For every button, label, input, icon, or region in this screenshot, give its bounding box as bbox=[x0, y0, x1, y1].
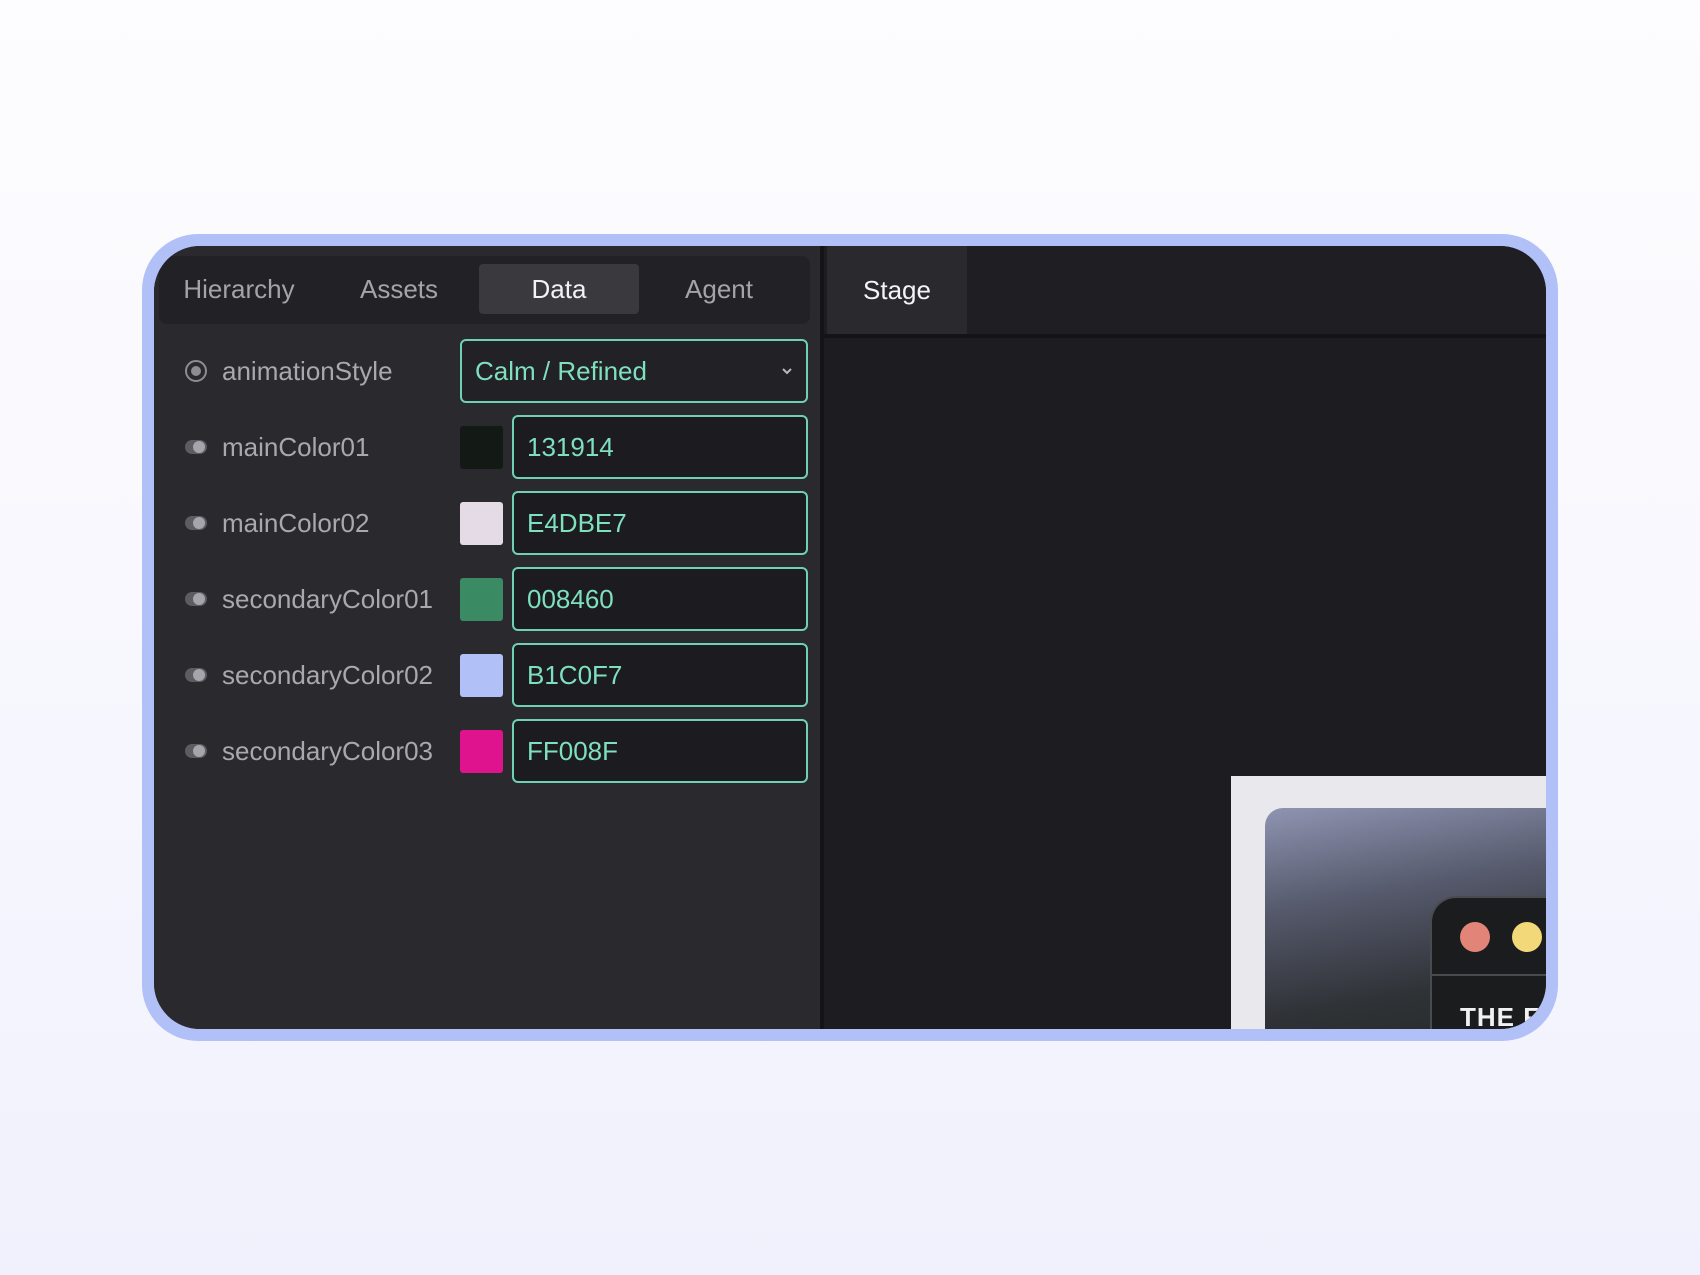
animation-style-select[interactable]: Calm / Refined bbox=[460, 339, 808, 403]
stage-header-divider bbox=[824, 334, 1546, 338]
field-row-secondary-color-01: secondaryColor01 008460 bbox=[154, 567, 820, 631]
field-label: animationStyle bbox=[222, 356, 393, 386]
close-dot-icon bbox=[1460, 922, 1490, 952]
toggle-icon[interactable] bbox=[184, 587, 208, 611]
data-panel: Hierarchy Assets Data Agent animationSty… bbox=[154, 246, 820, 1029]
panel-tabs: Hierarchy Assets Data Agent bbox=[159, 256, 810, 324]
field-row-main-color-02: mainColor02 E4DBE7 bbox=[154, 491, 820, 555]
toggle-icon[interactable] bbox=[184, 663, 208, 687]
app-window: Hierarchy Assets Data Agent animationSty… bbox=[154, 246, 1546, 1029]
toggle-icon[interactable] bbox=[184, 511, 208, 535]
color-hex-input[interactable]: FF008F bbox=[512, 719, 808, 783]
field-label: secondaryColor01 bbox=[222, 584, 434, 614]
color-swatch[interactable] bbox=[460, 730, 503, 773]
tab-hierarchy[interactable]: Hierarchy bbox=[159, 264, 319, 314]
field-row-main-color-01: mainColor01 131914 bbox=[154, 415, 820, 479]
color-hex-input[interactable]: 131914 bbox=[512, 415, 808, 479]
field-label: mainColor01 bbox=[222, 432, 370, 462]
minimize-dot-icon bbox=[1512, 922, 1542, 952]
color-swatch[interactable] bbox=[460, 578, 503, 621]
stage-tab-bar bbox=[967, 246, 1546, 334]
select-value: Calm / Refined bbox=[475, 356, 647, 386]
tab-assets[interactable]: Assets bbox=[319, 264, 479, 314]
color-hex-input[interactable]: B1C0F7 bbox=[512, 643, 808, 707]
field-row-secondary-color-02: secondaryColor02 B1C0F7 bbox=[154, 643, 820, 707]
field-row-animation-style: animationStyle Calm / Refined bbox=[154, 339, 820, 403]
field-label: mainColor02 bbox=[222, 508, 370, 538]
color-swatch[interactable] bbox=[460, 502, 503, 545]
color-hex-input[interactable]: 008460 bbox=[512, 567, 808, 631]
color-swatch[interactable] bbox=[460, 654, 503, 697]
radio-icon[interactable] bbox=[184, 359, 208, 383]
color-swatch[interactable] bbox=[460, 426, 503, 469]
toggle-icon[interactable] bbox=[184, 435, 208, 459]
field-label: secondaryColor03 bbox=[222, 736, 434, 766]
preview-window: THE F bbox=[1430, 896, 1546, 1029]
panel-divider[interactable] bbox=[820, 246, 824, 1029]
tab-stage[interactable]: Stage bbox=[827, 246, 967, 334]
preview-window-divider bbox=[1432, 974, 1546, 976]
field-label: secondaryColor02 bbox=[222, 660, 434, 690]
tab-agent[interactable]: Agent bbox=[639, 264, 799, 314]
field-row-secondary-color-03: secondaryColor03 FF008F bbox=[154, 719, 820, 783]
toggle-icon[interactable] bbox=[184, 739, 208, 763]
chevron-down-icon bbox=[782, 368, 792, 375]
preview-artboard: THE F bbox=[1265, 808, 1546, 1029]
tab-data[interactable]: Data bbox=[479, 264, 639, 314]
preview-heading: THE F bbox=[1460, 1002, 1541, 1029]
stage-canvas[interactable]: THE F bbox=[1231, 776, 1546, 1029]
color-hex-input[interactable]: E4DBE7 bbox=[512, 491, 808, 555]
app-frame: Hierarchy Assets Data Agent animationSty… bbox=[142, 234, 1558, 1041]
